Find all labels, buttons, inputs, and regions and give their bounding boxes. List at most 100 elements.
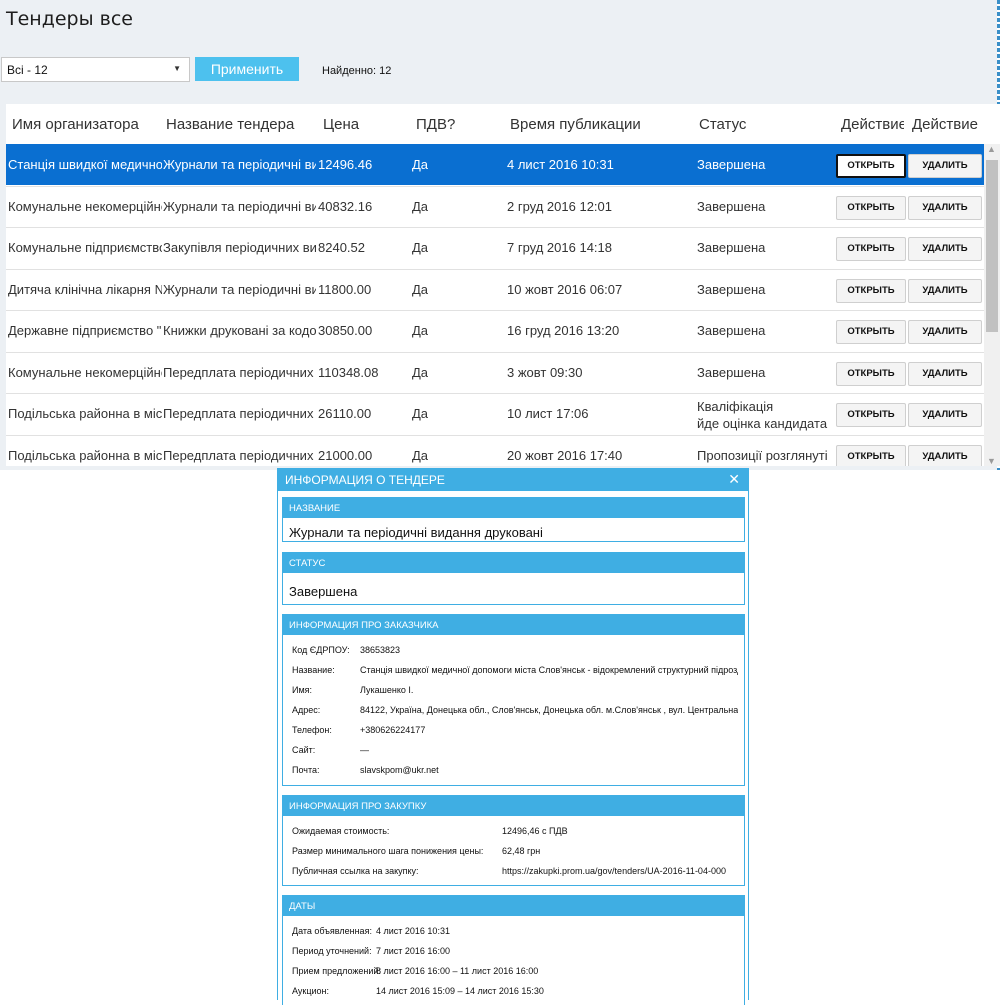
cell-time: 20 жовт 2016 17:40 xyxy=(507,447,623,463)
status-text: Завершена xyxy=(697,323,766,338)
cell-time: 10 лист 17:06 xyxy=(507,406,589,421)
close-icon[interactable]: ✕ xyxy=(728,471,740,488)
chevron-down-icon: ▼ xyxy=(173,64,181,73)
delete-button[interactable]: УДАЛИТЬ xyxy=(908,154,982,178)
status-text: Завершена xyxy=(697,281,766,297)
open-button[interactable]: ОТКРЫТЬ xyxy=(836,403,906,427)
cell-org: Дитяча клінічна лікарня № xyxy=(8,281,162,297)
cell-name: Передплата періодичних видань xyxy=(163,447,316,463)
dates-value: 8 лист 2016 16:00 – 11 лист 2016 16:00 xyxy=(376,966,539,976)
customer-label: Имя: xyxy=(292,685,313,695)
cell-org: Станція швидкої медичної допомоги xyxy=(8,157,162,172)
scrollbar-thumb[interactable] xyxy=(986,160,998,332)
table-row[interactable]: Комунальне некомерційне Передплата період… xyxy=(6,351,984,393)
purchase-info-list: Ожидаемая стоимость: 12496,46 с ПДВ Размер… xyxy=(283,816,744,881)
dates-item: Дата объявленная: 4 лист 2016 10:31 xyxy=(283,921,744,941)
filter-select-value: Всі - 12 xyxy=(7,63,48,77)
apply-button[interactable]: Применить xyxy=(195,57,299,81)
tender-name-value: Журнали та періодичні видання друковані xyxy=(289,525,543,540)
table-row[interactable]: Дитяча клінічна лікарня № Журнали та пері… xyxy=(6,268,984,310)
customer-value: Лукашенко І. xyxy=(360,685,414,695)
scroll-down-icon[interactable]: ▼ xyxy=(987,456,996,466)
cell-vat: Да xyxy=(412,240,429,255)
delete-button[interactable]: УДАЛИТЬ xyxy=(908,237,982,261)
open-button[interactable]: ОТКРЫТЬ xyxy=(836,154,906,178)
tenders-table: Имя организатора Название тендера Цена П… xyxy=(6,104,1000,466)
delete-button[interactable]: УДАЛИТЬ xyxy=(908,444,982,466)
status-panel-header: СТАТУС xyxy=(283,553,744,573)
page-title: Тендеры все xyxy=(6,8,133,30)
cell-vat: Да xyxy=(412,447,429,463)
cell-time: 3 жовт 09:30 xyxy=(507,364,583,380)
column-header-status: Статус xyxy=(699,116,747,133)
dates-label: Дата объявленная: xyxy=(292,926,372,936)
cell-vat: Да xyxy=(412,281,429,297)
open-button[interactable]: ОТКРЫТЬ xyxy=(836,361,906,386)
dates-value: 4 лист 2016 10:31 xyxy=(376,926,450,936)
dates-label: Период уточнений: xyxy=(292,946,372,956)
cell-name: Журнали та періодичні видання xyxy=(163,157,316,172)
customer-value: +380626224177 xyxy=(360,725,426,735)
cell-name: Журнали та періодичні видання xyxy=(163,281,316,297)
delete-button[interactable]: УДАЛИТЬ xyxy=(908,403,982,427)
purchase-item: Ожидаемая стоимость: 12496,46 с ПДВ xyxy=(283,821,744,841)
cell-status: Завершена xyxy=(697,240,835,255)
customer-value: — xyxy=(360,745,369,755)
column-header-price: Цена xyxy=(323,116,360,133)
table-row[interactable]: Подільська районна в місті Передплата пер… xyxy=(6,393,984,434)
delete-button[interactable]: УДАЛИТЬ xyxy=(908,320,982,344)
dates-panel-header: ДАТЫ xyxy=(283,896,744,916)
customer-value: 38653823 xyxy=(360,645,401,655)
delete-button[interactable]: УДАЛИТЬ xyxy=(908,361,982,386)
table-row[interactable]: Державне підприємство " Книжки друковані … xyxy=(6,310,984,351)
column-header-action-open: Действие xyxy=(841,116,904,133)
purchase-value: 62,48 грн xyxy=(502,846,541,856)
open-button[interactable]: ОТКРЫТЬ xyxy=(836,195,906,220)
found-count: Найденно: 12 xyxy=(322,65,392,77)
table-row[interactable]: Станція швидкої медичної допомогиЖурнали… xyxy=(6,144,984,185)
customer-label: Адрес: xyxy=(292,705,321,715)
cell-org: Комунальне некомерційне xyxy=(8,364,162,380)
status-text: Завершена xyxy=(697,198,766,214)
column-header-action-delete: Действие xyxy=(912,116,978,133)
cell-status: Завершена xyxy=(697,282,835,297)
cell-name: Журнали та періодичні видання xyxy=(163,198,316,214)
table-row[interactable]: Комунальне підприємство Закупівля періоди… xyxy=(6,227,984,268)
open-button[interactable]: ОТКРЫТЬ xyxy=(836,278,906,303)
vertical-scrollbar[interactable]: ▲ ▼ xyxy=(984,144,1000,466)
status-panel: СТАТУС Завершена xyxy=(282,552,745,605)
open-button[interactable]: ОТКРЫТЬ xyxy=(836,237,906,261)
dates-value: 7 лист 2016 16:00 xyxy=(376,946,450,956)
delete-button[interactable]: УДАЛИТЬ xyxy=(908,195,982,220)
customer-panel-header: ИНФОРМАЦИЯ ПРО ЗАКАЗЧИКА xyxy=(283,615,744,635)
open-button[interactable]: ОТКРЫТЬ xyxy=(836,444,906,466)
scroll-up-icon[interactable]: ▲ xyxy=(987,144,996,154)
delete-button[interactable]: УДАЛИТЬ xyxy=(908,278,982,303)
table-row[interactable]: Комунальне некомерційне Журнали та період… xyxy=(6,185,984,227)
dates-label: Аукцион: xyxy=(292,986,329,996)
dates-item: Аукцион: 14 лист 2016 15:09 – 14 лист 201… xyxy=(283,981,744,1001)
cell-name: Книжки друковані за кодом xyxy=(163,323,316,338)
cell-status: Завершена xyxy=(697,323,835,338)
customer-info-list: Код ЄДРПОУ: 38653823 Название: Станція швид… xyxy=(283,635,744,780)
cell-org: Комунальне некомерційне xyxy=(8,198,162,214)
filter-select[interactable]: Всі - 12 ▼ xyxy=(1,57,190,82)
dates-value: 14 лист 2016 15:09 – 14 лист 2016 15:30 xyxy=(376,986,544,996)
cell-time: 4 лист 2016 10:31 xyxy=(507,157,614,172)
cell-time: 10 жовт 2016 06:07 xyxy=(507,281,623,297)
cell-price: 40832.16 xyxy=(318,198,373,214)
customer-value: slavskpom@ukr.net xyxy=(360,765,439,775)
table-row[interactable]: Подільська районна в місті Передплата пер… xyxy=(6,434,984,466)
table-header: Имя организатора Название тендера Цена П… xyxy=(6,104,984,144)
cell-org: Подільська районна в місті xyxy=(8,447,162,463)
customer-value: Станція швидкої медичної допомоги міста … xyxy=(360,665,738,675)
customer-panel: ИНФОРМАЦИЯ ПРО ЗАКАЗЧИКА Код ЄДРПОУ: 3865… xyxy=(282,614,745,786)
column-header-vat: ПДВ? xyxy=(416,116,456,133)
open-button[interactable]: ОТКРЫТЬ xyxy=(836,320,906,344)
customer-label: Название: xyxy=(292,665,335,675)
dates-label: Прием предложений: xyxy=(292,966,381,976)
cell-price: 21000.00 xyxy=(318,447,373,463)
customer-value: 84122, Україна, Донецька обл., Слов'янсь… xyxy=(360,705,738,715)
status-text: Завершена xyxy=(697,240,766,255)
cell-org: Комунальне підприємство xyxy=(8,240,162,255)
